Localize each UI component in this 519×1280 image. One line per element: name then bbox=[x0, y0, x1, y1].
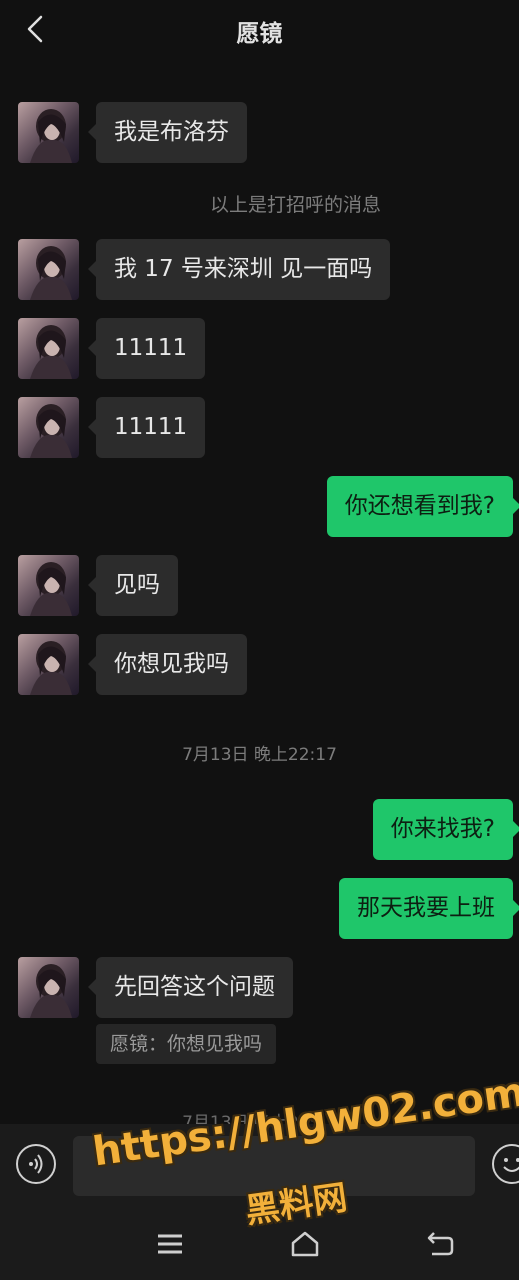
top-bar: 愿镜 bbox=[0, 0, 519, 60]
message-bubble[interactable]: 我 17 号来深圳 见一面吗 bbox=[87, 239, 391, 300]
voice-icon bbox=[29, 1154, 43, 1174]
my-message-bubble[interactable]: 你来找我? bbox=[372, 799, 519, 860]
message-bubble[interactable]: 见吗 bbox=[88, 555, 178, 616]
quoted-reply[interactable]: 愿镜：你想见我吗 bbox=[96, 1024, 277, 1064]
timestamp: 7月13日 晚上22:17 bbox=[182, 745, 337, 765]
contact-avatar[interactable] bbox=[18, 102, 79, 163]
message-bubble[interactable]: 11111 bbox=[87, 397, 206, 458]
message-bubble[interactable]: 11111 bbox=[87, 318, 206, 379]
my-message-bubble[interactable]: 你还想看到我? bbox=[326, 476, 519, 537]
message-bubble[interactable]: 先回答这个问题 bbox=[88, 957, 293, 1018]
back-arrow-icon[interactable] bbox=[424, 1228, 456, 1260]
contact-avatar[interactable] bbox=[18, 318, 79, 379]
contact-avatar[interactable] bbox=[18, 239, 79, 300]
message-input[interactable] bbox=[73, 1136, 475, 1196]
home-icon[interactable] bbox=[289, 1228, 321, 1260]
chat-title: 愿镜 bbox=[236, 21, 283, 47]
contact-avatar[interactable] bbox=[18, 397, 79, 458]
message-bubble[interactable]: 你想见我吗 bbox=[88, 634, 247, 695]
message-bubble[interactable]: 我是布洛芬 bbox=[88, 102, 247, 163]
system-notice: 以上是打招呼的消息 bbox=[210, 194, 382, 216]
menu-icon[interactable] bbox=[154, 1228, 186, 1260]
voice-button[interactable] bbox=[16, 1144, 56, 1184]
contact-avatar[interactable] bbox=[18, 555, 79, 616]
input-bar bbox=[0, 1124, 519, 1208]
system-nav-bar bbox=[0, 1208, 519, 1280]
emoji-button[interactable] bbox=[492, 1144, 519, 1184]
my-message-bubble[interactable]: 那天我要上班 bbox=[339, 878, 519, 939]
contact-avatar[interactable] bbox=[18, 634, 79, 695]
emoji-icon bbox=[503, 1158, 519, 1172]
contact-avatar[interactable] bbox=[18, 957, 79, 1018]
